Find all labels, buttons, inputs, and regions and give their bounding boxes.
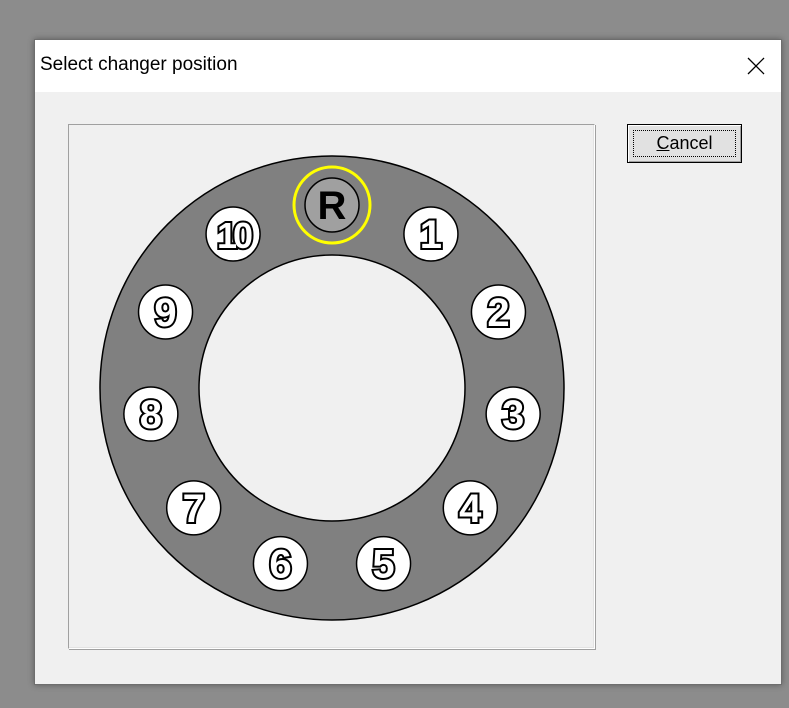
changer-panel: R 1 2 3 4 5 6 7 8 9 10 xyxy=(68,124,595,649)
cancel-label-rest: ancel xyxy=(669,133,713,153)
cancel-button[interactable]: Cancel xyxy=(627,124,742,163)
changer-slot-10[interactable]: 10 xyxy=(205,206,261,262)
close-icon xyxy=(747,57,765,75)
slot-label: 6 xyxy=(269,543,291,587)
changer-slot-8[interactable]: 8 xyxy=(123,386,179,442)
changer-slot-selected[interactable]: R xyxy=(292,165,372,245)
slot-label: 8 xyxy=(140,393,162,437)
cancel-mnemonic: C xyxy=(656,133,670,153)
cancel-button-label: Cancel xyxy=(656,133,712,154)
slot-label: 2 xyxy=(487,291,509,335)
slot-label: 1 xyxy=(420,213,442,257)
slot-label: 9 xyxy=(154,291,176,335)
close-button[interactable] xyxy=(731,40,781,92)
changer-slot-2[interactable]: 2 xyxy=(470,284,527,340)
slot-label: 7 xyxy=(183,487,205,531)
changer-slot-3[interactable]: 3 xyxy=(485,386,541,442)
changer-slot-7[interactable]: 7 xyxy=(165,480,222,536)
changer-ring-center xyxy=(198,254,466,522)
select-changer-dialog: Select changer position R 1 2 3 4 5 6 7 8 9 10 Can… xyxy=(34,39,782,685)
changer-wheel: R 1 2 3 4 5 6 7 8 9 10 xyxy=(99,155,565,621)
slot-label: 4 xyxy=(459,487,482,531)
slot-label: 3 xyxy=(502,393,524,437)
changer-slot-9[interactable]: 9 xyxy=(137,284,194,340)
changer-slot-6[interactable]: 6 xyxy=(252,535,309,592)
slot-label: 10 xyxy=(217,215,252,256)
window-title: Select changer position xyxy=(40,54,238,75)
slot-label: 5 xyxy=(372,543,394,587)
changer-slot-4[interactable]: 4 xyxy=(442,480,499,536)
slot-label: R xyxy=(318,184,347,228)
changer-slot-1[interactable]: 1 xyxy=(403,206,459,262)
title-bar: Select changer position xyxy=(35,40,781,92)
changer-slot-5[interactable]: 5 xyxy=(355,535,412,592)
